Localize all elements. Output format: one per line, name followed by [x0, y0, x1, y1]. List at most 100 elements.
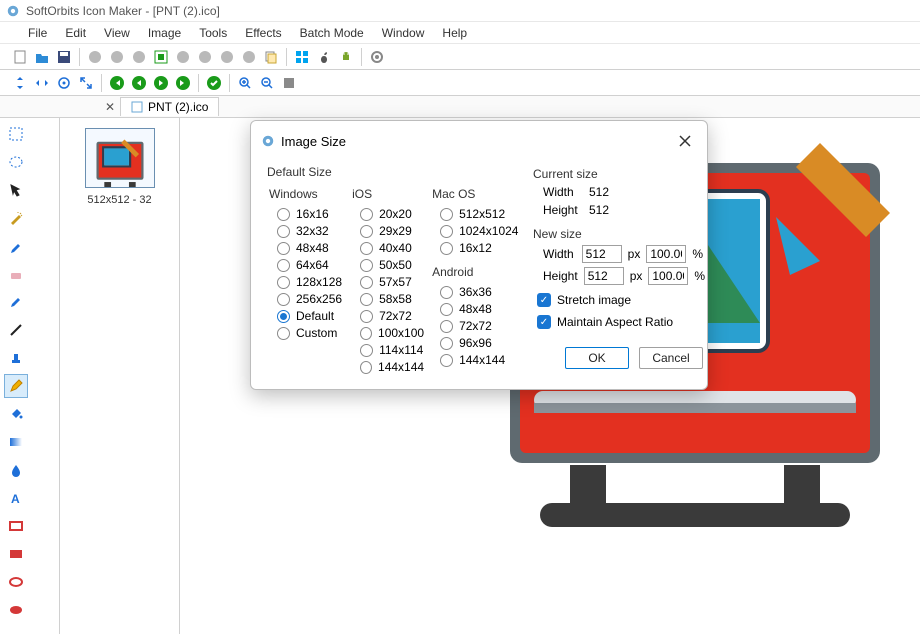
radio-57x57[interactable]: 57x57: [360, 275, 424, 289]
new-file-button[interactable]: [10, 47, 30, 67]
radio-114x114[interactable]: 114x114: [360, 343, 424, 357]
drop-tool[interactable]: [4, 458, 28, 482]
windows-icon[interactable]: [292, 47, 312, 67]
new-height-input[interactable]: [584, 267, 624, 285]
first-button[interactable]: [107, 73, 127, 93]
maintain-aspect-checkbox[interactable]: ✓Maintain Aspect Ratio: [537, 315, 703, 329]
radio-128x128[interactable]: 128x128: [277, 275, 344, 289]
tab-close-icon[interactable]: ✕: [100, 100, 120, 114]
ellipse-tool[interactable]: [4, 570, 28, 594]
radio-32x32[interactable]: 32x32: [277, 224, 344, 238]
brush-tool[interactable]: [4, 290, 28, 314]
resize-v-button[interactable]: [10, 73, 30, 93]
radio-48x48-android[interactable]: 48x48: [440, 302, 519, 316]
menu-image[interactable]: Image: [140, 24, 189, 42]
radio-48x48[interactable]: 48x48: [277, 241, 344, 255]
ellipse-fill-tool[interactable]: [4, 598, 28, 622]
radio-custom[interactable]: Custom: [277, 326, 344, 340]
tab-document[interactable]: PNT (2).ico: [120, 97, 219, 116]
accept-button[interactable]: [204, 73, 224, 93]
dialog-close-button[interactable]: [673, 129, 697, 153]
radio-64x64[interactable]: 64x64: [277, 258, 344, 272]
current-height-label: Height: [543, 203, 583, 217]
menu-view[interactable]: View: [96, 24, 138, 42]
shrink-button[interactable]: [76, 73, 96, 93]
android-icon[interactable]: [336, 47, 356, 67]
settings-button[interactable]: [367, 47, 387, 67]
eyedropper-tool[interactable]: [4, 234, 28, 258]
gradient-tool[interactable]: [4, 430, 28, 454]
menu-edit[interactable]: Edit: [57, 24, 94, 42]
radio-72x72[interactable]: 72x72: [360, 309, 424, 323]
radio-96x96[interactable]: 96x96: [440, 336, 519, 350]
menu-file[interactable]: File: [20, 24, 55, 42]
thumbnail[interactable]: [85, 128, 155, 188]
menu-batch-mode[interactable]: Batch Mode: [292, 24, 372, 42]
target-button[interactable]: [54, 73, 74, 93]
current-height-value: 512: [589, 203, 609, 217]
source-button[interactable]: [151, 47, 171, 67]
radio-40x40[interactable]: 40x40: [360, 241, 424, 255]
toolbar-separator: [101, 74, 102, 92]
radio-50x50[interactable]: 50x50: [360, 258, 424, 272]
ok-button[interactable]: OK: [565, 347, 629, 369]
bucket-tool[interactable]: [4, 402, 28, 426]
toolbar-main: [0, 44, 920, 70]
wand-tool[interactable]: [4, 206, 28, 230]
rect-select-tool[interactable]: [4, 122, 28, 146]
save-button[interactable]: [54, 47, 74, 67]
menu-effects[interactable]: Effects: [237, 24, 289, 42]
radio-100x100[interactable]: 100x100: [360, 326, 424, 340]
toolbar-separator: [361, 48, 362, 66]
ios-heading: iOS: [352, 187, 424, 201]
menu-help[interactable]: Help: [434, 24, 475, 42]
radio-36x36[interactable]: 36x36: [440, 285, 519, 299]
new-width-percent-input[interactable]: [646, 245, 686, 263]
new-height-percent-input[interactable]: [648, 267, 688, 285]
thumbnail-caption: 512x512 - 32: [87, 194, 151, 206]
radio-72x72-android[interactable]: 72x72: [440, 319, 519, 333]
windows-heading: Windows: [269, 187, 344, 201]
radio-58x58[interactable]: 58x58: [360, 292, 424, 306]
new-width-label: Width: [543, 247, 576, 261]
rect-fill-tool[interactable]: [4, 542, 28, 566]
dialog-title: Image Size: [281, 134, 673, 149]
radio-144x144-android[interactable]: 144x144: [440, 353, 519, 367]
arrow-tool[interactable]: [4, 178, 28, 202]
zoom-out-button[interactable]: [257, 73, 277, 93]
resize-h-button[interactable]: [32, 73, 52, 93]
radio-20x20[interactable]: 20x20: [360, 207, 424, 221]
radio-256x256[interactable]: 256x256: [277, 292, 344, 306]
radio-16x16[interactable]: 16x16: [277, 207, 344, 221]
pencil-tool[interactable]: [4, 374, 28, 398]
stretch-image-checkbox[interactable]: ✓Stretch image: [537, 293, 703, 307]
radio-1024x1024[interactable]: 1024x1024: [440, 224, 519, 238]
menu-tools[interactable]: Tools: [191, 24, 235, 42]
copy-button[interactable]: [261, 47, 281, 67]
eraser-tool[interactable]: [4, 262, 28, 286]
prev-button[interactable]: [129, 73, 149, 93]
apple-icon[interactable]: [314, 47, 334, 67]
radio-16x12[interactable]: 16x12: [440, 241, 519, 255]
radio-512x512[interactable]: 512x512: [440, 207, 519, 221]
open-file-button[interactable]: [32, 47, 52, 67]
line-tool[interactable]: [4, 318, 28, 342]
next-button[interactable]: [151, 73, 171, 93]
new-width-input[interactable]: [582, 245, 622, 263]
menu-window[interactable]: Window: [374, 24, 433, 42]
rect-tool[interactable]: [4, 514, 28, 538]
radio-144x144-ios[interactable]: 144x144: [360, 360, 424, 374]
cancel-button[interactable]: Cancel: [639, 347, 703, 369]
text-tool[interactable]: A: [4, 486, 28, 510]
radio-default[interactable]: Default: [277, 309, 344, 323]
radio-29x29[interactable]: 29x29: [360, 224, 424, 238]
disabled-dot-button: [85, 47, 105, 67]
zoom-in-button[interactable]: [235, 73, 255, 93]
ellipse-select-tool[interactable]: [4, 150, 28, 174]
new-height-label: Height: [543, 269, 578, 283]
stamp-tool[interactable]: [4, 346, 28, 370]
stop-button[interactable]: [279, 73, 299, 93]
dialog-titlebar: Image Size: [251, 121, 707, 161]
disabled-dot-button: [173, 47, 193, 67]
last-button[interactable]: [173, 73, 193, 93]
